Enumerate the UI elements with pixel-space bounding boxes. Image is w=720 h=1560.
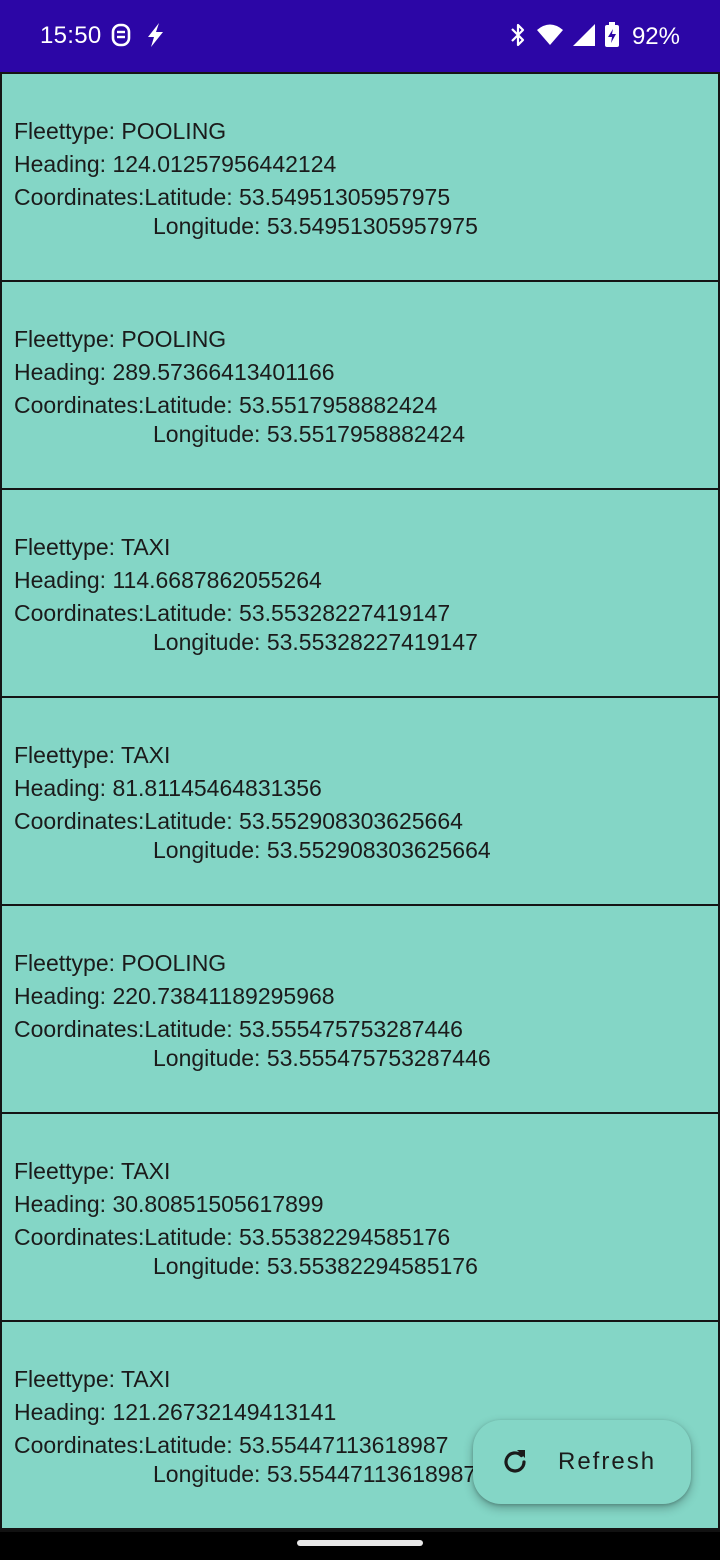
coordinates-label: Coordinates:: [14, 1016, 145, 1042]
coordinates-row: Coordinates: Latitude: 53.5517958882424: [14, 392, 437, 419]
longitude-text: Longitude: 53.5517958882424: [153, 421, 466, 447]
battery-percent: 92%: [631, 23, 680, 50]
flash-icon: [144, 22, 166, 53]
refresh-label: Refresh: [558, 1448, 657, 1475]
coordinates-label: Coordinates:: [14, 808, 145, 834]
heading-text: Heading: 289.57366413401166: [14, 359, 335, 385]
coordinates-label: Coordinates:: [14, 1432, 145, 1458]
vehicle-card[interactable]: Fleettype: POOLING Heading: 220.73841189…: [0, 904, 720, 1114]
longitude-text: Longitude: 53.55447113618987: [153, 1461, 477, 1487]
status-time: 15:50: [40, 22, 102, 49]
vehicle-card[interactable]: Fleettype: TAXI Heading: 30.808515056178…: [0, 1112, 720, 1322]
fleettype-text: Fleettype: TAXI: [14, 534, 171, 560]
latitude-text: Latitude: 53.55382294585176: [144, 1224, 451, 1250]
coordinates-label: Coordinates:: [14, 1224, 145, 1250]
latitude-text: Latitude: 53.55328227419147: [144, 600, 451, 626]
vehicle-card[interactable]: Fleettype: TAXI Heading: 114.66878620552…: [0, 488, 720, 698]
longitude-text: Longitude: 53.54951305957975: [153, 213, 478, 239]
fleettype-text: Fleettype: POOLING: [14, 118, 227, 144]
longitude-text: Longitude: 53.55328227419147: [153, 629, 478, 655]
fleettype-text: Fleettype: TAXI: [14, 742, 171, 768]
coordinates-row: Coordinates: Latitude: 53.555475753287446: [14, 1016, 463, 1043]
heading-text: Heading: 114.6687862055264: [14, 567, 322, 593]
latitude-text: Latitude: 53.552908303625664: [144, 808, 463, 834]
latitude-text: Latitude: 53.555475753287446: [144, 1016, 463, 1042]
refresh-icon: [499, 1446, 531, 1478]
bluetooth-icon: [508, 22, 528, 53]
wifi-icon: [536, 23, 564, 52]
vehicle-list[interactable]: Fleettype: POOLING Heading: 124.01257956…: [0, 72, 720, 1532]
refresh-button[interactable]: Refresh: [473, 1420, 691, 1504]
heading-text: Heading: 30.80851505617899: [14, 1191, 324, 1217]
heading-text: Heading: 220.73841189295968: [14, 983, 335, 1009]
latitude-text: Latitude: 53.54951305957975: [144, 184, 451, 210]
status-right-icons: 92%: [508, 21, 680, 53]
coordinates-row: Coordinates: Latitude: 53.55447113618987: [14, 1432, 448, 1459]
coordinates-row: Coordinates: Latitude: 53.55382294585176: [14, 1224, 450, 1251]
coordinates-label: Coordinates:: [14, 600, 145, 626]
fleettype-text: Fleettype: TAXI: [14, 1158, 171, 1184]
battery-charging-icon: [604, 21, 620, 53]
fleettype-text: Fleettype: POOLING: [14, 326, 227, 352]
status-bar: 15:50 92%: [0, 0, 720, 72]
vehicle-card[interactable]: Fleettype: POOLING Heading: 289.57366413…: [0, 280, 720, 490]
heading-text: Heading: 124.01257956442124: [14, 151, 337, 177]
longitude-text: Longitude: 53.552908303625664: [153, 837, 491, 863]
vehicle-card[interactable]: Fleettype: POOLING Heading: 124.01257956…: [0, 72, 720, 282]
latitude-text: Latitude: 53.55447113618987: [144, 1432, 449, 1458]
status-left-icons: [110, 22, 166, 52]
coordinates-row: Coordinates: Latitude: 53.54951305957975: [14, 184, 450, 211]
vehicle-card[interactable]: Fleettype: TAXI Heading: 81.811454648313…: [0, 696, 720, 906]
home-gesture-handle[interactable]: [297, 1540, 423, 1546]
cellular-signal-icon: [572, 23, 596, 52]
coordinates-row: Coordinates: Latitude: 53.552908303625664: [14, 808, 463, 835]
navigation-bar: [0, 1532, 720, 1560]
fleettype-text: Fleettype: TAXI: [14, 1366, 171, 1392]
heading-text: Heading: 81.81145464831356: [14, 775, 322, 801]
coordinates-label: Coordinates:: [14, 392, 145, 418]
latitude-text: Latitude: 53.5517958882424: [144, 392, 438, 418]
coordinates-label: Coordinates:: [14, 184, 145, 210]
longitude-text: Longitude: 53.55382294585176: [153, 1253, 478, 1279]
longitude-text: Longitude: 53.555475753287446: [153, 1045, 491, 1071]
heading-text: Heading: 121.26732149413141: [14, 1399, 337, 1425]
fleettype-text: Fleettype: POOLING: [14, 950, 227, 976]
rounded-square-icon: [110, 22, 132, 53]
coordinates-row: Coordinates: Latitude: 53.55328227419147: [14, 600, 450, 627]
